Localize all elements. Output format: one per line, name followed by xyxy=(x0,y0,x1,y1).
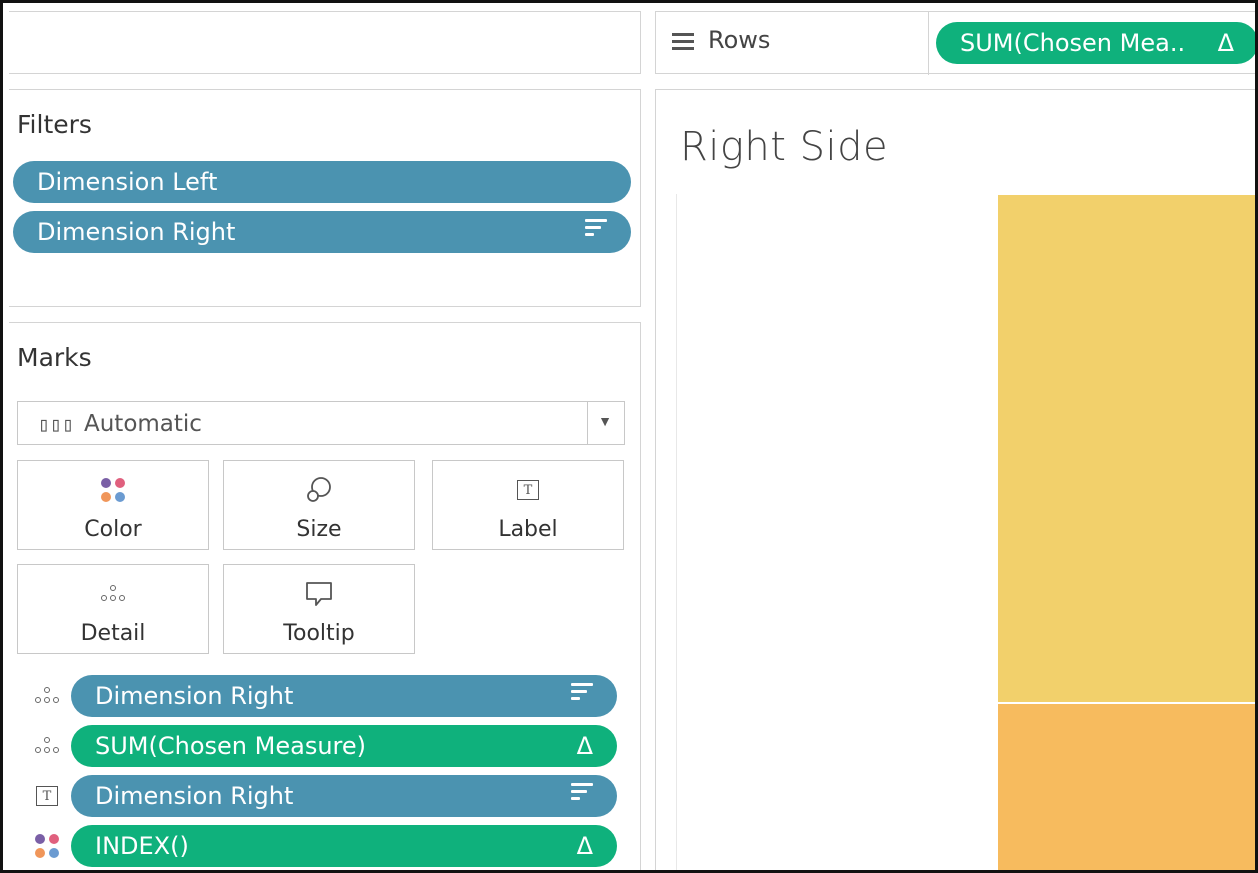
filters-title: Filters xyxy=(17,110,92,139)
pill-label: Dimension Left xyxy=(37,168,218,196)
label-icon: T xyxy=(27,775,67,817)
divider xyxy=(587,402,588,444)
size-button[interactable]: Size xyxy=(223,460,415,550)
divider xyxy=(928,12,929,75)
mark-type-label: Automatic xyxy=(84,411,202,437)
stacked-bar-segment-top[interactable] xyxy=(998,195,1255,702)
marks-pill-index[interactable]: INDEX() Δ xyxy=(71,825,617,867)
rows-shelf: Rows SUM(Chosen Mea.. Δ xyxy=(655,11,1255,75)
tooltip-icon xyxy=(224,577,414,611)
sort-icon xyxy=(571,775,593,817)
tooltip-button[interactable]: Tooltip xyxy=(223,564,415,654)
detail-icon xyxy=(27,725,67,767)
delta-icon: Δ xyxy=(1217,29,1234,57)
marks-card: Marks ▯▯▯ Automatic ▼ Color Size T Label xyxy=(9,322,641,870)
color-icon xyxy=(27,825,67,867)
color-button[interactable]: Color xyxy=(17,460,209,550)
color-icon xyxy=(18,473,208,507)
color-button-label: Color xyxy=(84,517,142,542)
marks-pill-sum-chosen-measure[interactable]: SUM(Chosen Measure) Δ xyxy=(71,725,617,767)
delta-icon: Δ xyxy=(576,732,593,760)
pill-label: SUM(Chosen Mea.. xyxy=(960,29,1186,57)
size-button-label: Size xyxy=(296,517,342,542)
rows-pill-sum-chosen-measure[interactable]: SUM(Chosen Mea.. Δ xyxy=(936,22,1255,64)
delta-icon: Δ xyxy=(576,832,593,860)
pill-label: INDEX() xyxy=(95,832,189,860)
detail-icon xyxy=(27,675,67,717)
pill-label: Dimension Right xyxy=(37,218,236,246)
sort-icon xyxy=(585,211,607,253)
detail-button[interactable]: Detail xyxy=(17,564,209,654)
worksheet-title[interactable]: Right Side xyxy=(680,124,888,170)
worksheet-view: Right Side xyxy=(655,89,1255,870)
tooltip-button-label: Tooltip xyxy=(283,621,355,646)
pill-label: Dimension Right xyxy=(95,782,294,810)
marks-title: Marks xyxy=(17,343,92,372)
size-icon xyxy=(224,473,414,507)
pill-label: SUM(Chosen Measure) xyxy=(95,732,366,760)
bar-chart-icon: ▯▯▯ xyxy=(38,412,75,436)
filter-pill-dimension-right[interactable]: Dimension Right xyxy=(13,211,631,253)
tableau-workspace: Rows SUM(Chosen Mea.. Δ Filters Dimensio… xyxy=(0,0,1258,873)
pane-divider xyxy=(676,194,677,870)
detail-icon xyxy=(18,577,208,611)
columns-shelf-area xyxy=(9,11,641,74)
marks-pill-dimension-right-label[interactable]: Dimension Right xyxy=(71,775,617,817)
marks-pill-dimension-right-detail[interactable]: Dimension Right xyxy=(71,675,617,717)
mark-type-dropdown[interactable]: ▯▯▯ Automatic ▼ xyxy=(17,401,625,445)
rows-icon xyxy=(672,29,694,54)
label-button[interactable]: T Label xyxy=(432,460,624,550)
detail-button-label: Detail xyxy=(80,621,146,646)
label-button-label: Label xyxy=(498,517,558,542)
label-icon: T xyxy=(433,473,623,507)
filters-card: Filters Dimension Left Dimension Right xyxy=(9,89,641,307)
sort-icon xyxy=(571,675,593,717)
chevron-down-icon: ▼ xyxy=(598,413,612,429)
filter-pill-dimension-left[interactable]: Dimension Left xyxy=(13,161,631,203)
pill-label: Dimension Right xyxy=(95,682,294,710)
stacked-bar-segment-bottom[interactable] xyxy=(998,704,1255,870)
rows-shelf-label: Rows xyxy=(672,26,770,54)
